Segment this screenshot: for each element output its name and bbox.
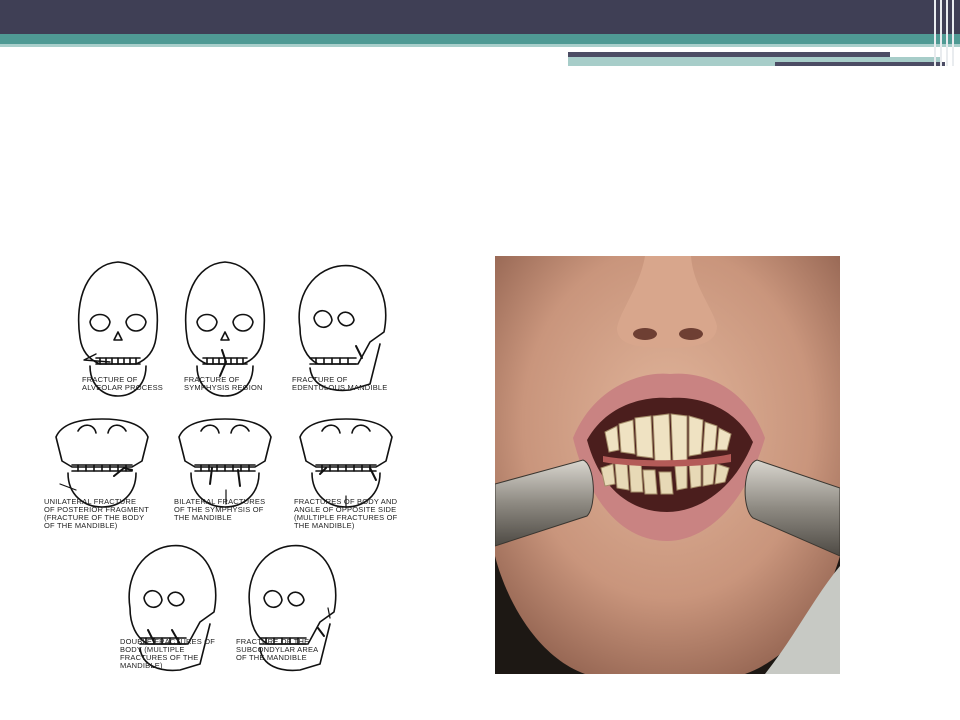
label-double-fractures: DOUBLE FRACTURES OF BODY (MULTIPLE FRACT…: [120, 637, 216, 670]
slide-header-bar: [0, 0, 960, 34]
slide-corner-lines: [930, 0, 960, 66]
mandible-fracture-diagram: FRACTURE OF ALVEOLAR PROCESS FRACTURE OF…: [40, 258, 416, 682]
label-bilateral-fractures: BILATERAL FRACTURES OF THE SYMPHYSIS OF …: [174, 497, 266, 522]
patient-mouth-illustration: [495, 256, 840, 674]
slide-header-teal-stripe: [0, 34, 960, 44]
clinical-photo: [495, 256, 840, 674]
slide-header-thin-line: [0, 44, 960, 47]
label-alveolar-process: FRACTURE OF ALVEOLAR PROCESS: [82, 375, 164, 392]
label-unilateral-fracture: UNILATERAL FRACTURE OF POSTERIOR FRAGMEN…: [44, 497, 150, 530]
label-symphysis-region: FRACTURE OF SYMPHYSIS REGION: [184, 375, 263, 392]
label-body-and-angle: FRACTURES OF BODY AND ANGLE OF OPPOSITE …: [294, 497, 398, 530]
slide-accent-bar-short: [775, 62, 945, 66]
label-subcondylar-area: FRACTURE OF THE SUBCONDYLAR AREA OF THE …: [236, 637, 319, 662]
label-edentulous-mandible: FRACTURE OF EDENTULOUS MANDIBLE: [292, 375, 388, 392]
skull-drawings: [55, 261, 393, 672]
